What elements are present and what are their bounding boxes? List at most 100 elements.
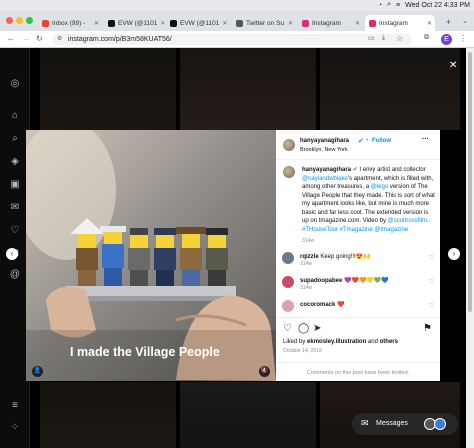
search-icon[interactable]: ⌕ xyxy=(9,133,21,145)
post-details-panel: hanyayanagihara ✔ • Follow Brooklyn, New… xyxy=(276,130,440,381)
caption-link[interactable]: @lego xyxy=(371,184,388,190)
reload-icon[interactable]: ↻ xyxy=(36,34,43,43)
browser-tab[interactable]: Instagram ✕ xyxy=(365,15,435,31)
minimize-window-button[interactable] xyxy=(16,17,23,24)
tab-favicon-icon xyxy=(236,19,243,27)
comment-like-heart-icon[interactable]: ♡ xyxy=(429,278,434,285)
caption-link[interactable]: @scottrossfilm xyxy=(388,218,427,224)
close-tab-icon[interactable]: ✕ xyxy=(160,20,164,27)
more-menu-icon[interactable]: ≡ xyxy=(9,400,21,412)
caption-author-avatar[interactable] xyxy=(283,166,295,178)
commenter-username[interactable]: cocoromack xyxy=(300,302,335,308)
share-icon[interactable]: ➤ xyxy=(313,323,321,334)
comment-like-heart-icon[interactable]: ♡ xyxy=(429,254,434,261)
previous-post-arrow[interactable]: ‹ xyxy=(6,248,18,260)
commenter-avatar[interactable] xyxy=(282,276,294,288)
browser-menu-icon[interactable]: ⋮ xyxy=(459,34,467,43)
also-from-meta-icon[interactable]: ⁘ xyxy=(9,422,21,434)
caption-segment: . xyxy=(427,218,429,224)
messages-button[interactable]: ✉ Messages xyxy=(352,413,458,435)
close-tab-icon[interactable]: ✕ xyxy=(288,20,296,27)
profile-avatar[interactable]: E xyxy=(441,34,452,45)
more-options-icon[interactable]: ··· xyxy=(422,136,429,143)
commenter-username[interactable]: supadoopabee xyxy=(300,278,342,284)
liked-by-user[interactable]: ekmosley.illustration xyxy=(307,339,366,345)
mac-menubar: ◔ ⌕ ≡ Wed Oct 22 4:33 PM xyxy=(0,0,474,11)
comment-text: 💜❤️🧡💛💚💙 xyxy=(342,278,389,284)
commenter-avatar[interactable] xyxy=(282,252,294,264)
close-tab-icon[interactable]: ✕ xyxy=(427,20,435,27)
save-bookmark-icon[interactable]: ⚑ xyxy=(423,323,432,334)
next-post-arrow[interactable]: › xyxy=(448,248,460,260)
search-icon[interactable]: ⌕ xyxy=(387,1,391,9)
like-heart-icon[interactable]: ♡ xyxy=(283,323,292,334)
wifi-icon[interactable]: ◔ xyxy=(378,2,382,9)
address-bar[interactable]: ⚙ instagram.com/p/B3m58KUAT56/ xyxy=(52,34,412,45)
url-text: instagram.com/p/B3m58KUAT56/ xyxy=(68,36,172,43)
forward-icon[interactable]: → xyxy=(22,34,30,43)
explore-icon[interactable]: ◈ xyxy=(9,156,21,168)
comment-text: Keep going!!!😍🙌 xyxy=(318,254,371,260)
liked-by-others[interactable]: others xyxy=(380,339,398,345)
tab-favicon-icon xyxy=(108,19,115,27)
tab-search-icon[interactable]: ⌄ xyxy=(462,17,468,25)
commenter-avatar[interactable] xyxy=(282,300,294,312)
download-icon[interactable]: ⤓ xyxy=(382,34,385,42)
browser-tab[interactable]: EVW (@1101 ✕ xyxy=(104,15,164,31)
browser-tab[interactable]: Inbox (99) - ✕ xyxy=(38,15,102,31)
post-modal: I made the Village People 👤 🔇 hanyayanag… xyxy=(26,130,440,381)
cast-icon[interactable]: ▭ xyxy=(368,34,375,42)
site-info-icon[interactable]: ⚙ xyxy=(57,34,62,45)
follow-button[interactable]: Follow xyxy=(372,138,391,144)
comment-icon[interactable]: ◯ xyxy=(298,323,309,334)
close-tab-icon[interactable]: ✕ xyxy=(222,20,230,27)
menubar-clock[interactable]: Wed Oct 22 4:33 PM xyxy=(405,2,470,9)
home-icon[interactable]: ⌂ xyxy=(9,110,21,122)
page-scrollbar[interactable] xyxy=(466,48,474,448)
extensions-icon[interactable]: ⧉ xyxy=(424,34,429,42)
close-tab-icon[interactable]: ✕ xyxy=(355,20,363,27)
post-location[interactable]: Brooklyn, New York xyxy=(300,147,348,153)
author-username[interactable]: hanyayanagihara xyxy=(300,138,349,144)
verified-badge-icon: ✔ xyxy=(358,138,364,145)
comment-timestamp: 314w xyxy=(300,261,312,267)
browser-tab[interactable]: Instagram ✕ xyxy=(298,15,363,31)
comments-limited-notice: Comments on this post have been limited. xyxy=(276,362,440,382)
messages-label: Messages xyxy=(376,420,408,427)
close-window-button[interactable] xyxy=(6,17,13,24)
post-caption: hanyayanagihara ✔ I envy artist and coll… xyxy=(302,166,436,246)
comment-row: rqizzle Keep going!!!😍🙌 314w ♡ xyxy=(282,252,436,272)
comment-like-heart-icon[interactable]: ♡ xyxy=(429,302,434,309)
scrollbar-thumb[interactable] xyxy=(468,52,472,312)
caption-username[interactable]: hanyayanagihara xyxy=(302,167,351,173)
caption-segment: I envy artist and collector xyxy=(357,167,426,173)
mute-icon[interactable]: 🔇 xyxy=(259,366,270,377)
commenter-username[interactable]: rqizzle xyxy=(300,254,319,260)
tab-favicon-icon xyxy=(369,19,376,27)
bookmark-star-icon[interactable]: ☆ xyxy=(396,34,403,43)
post-video[interactable]: I made the Village People 👤 🔇 xyxy=(26,130,276,381)
threads-icon[interactable]: @ xyxy=(9,269,21,281)
reels-icon[interactable]: ▣ xyxy=(9,179,21,191)
author-avatar[interactable] xyxy=(283,139,295,151)
caption-link[interactable]: @naylandwblake xyxy=(302,176,348,182)
zoom-window-button[interactable] xyxy=(26,17,33,24)
tagged-users-icon[interactable]: 👤 xyxy=(32,366,43,377)
tab-favicon-icon xyxy=(302,19,309,27)
browser-tab[interactable]: EVW (@1101 ✕ xyxy=(166,15,230,31)
browser-tab[interactable]: Twitter on Su ✕ xyxy=(232,15,296,31)
caption-link[interactable]: @tmagazine xyxy=(374,227,408,233)
post-date: October 14, 2019 xyxy=(283,348,322,354)
comment-text: ❤️ xyxy=(335,302,345,308)
caption-link[interactable]: #THouseTour #Tmagazine xyxy=(302,227,373,233)
back-icon[interactable]: ← xyxy=(7,34,15,43)
close-tab-icon[interactable]: ✕ xyxy=(94,20,102,27)
close-modal-icon[interactable]: ✕ xyxy=(449,60,457,71)
notifications-heart-icon[interactable]: ♡ xyxy=(9,225,21,237)
messenger-icon[interactable]: ✉ xyxy=(9,202,21,214)
new-tab-button[interactable]: + xyxy=(446,17,451,27)
control-center-icon[interactable]: ≡ xyxy=(396,2,400,9)
verified-badge-icon: ✔ xyxy=(351,167,358,173)
instagram-logo-icon[interactable]: ◎ xyxy=(9,78,21,90)
menubar-status-area: ◔ ⌕ ≡ Wed Oct 22 4:33 PM xyxy=(378,1,470,9)
